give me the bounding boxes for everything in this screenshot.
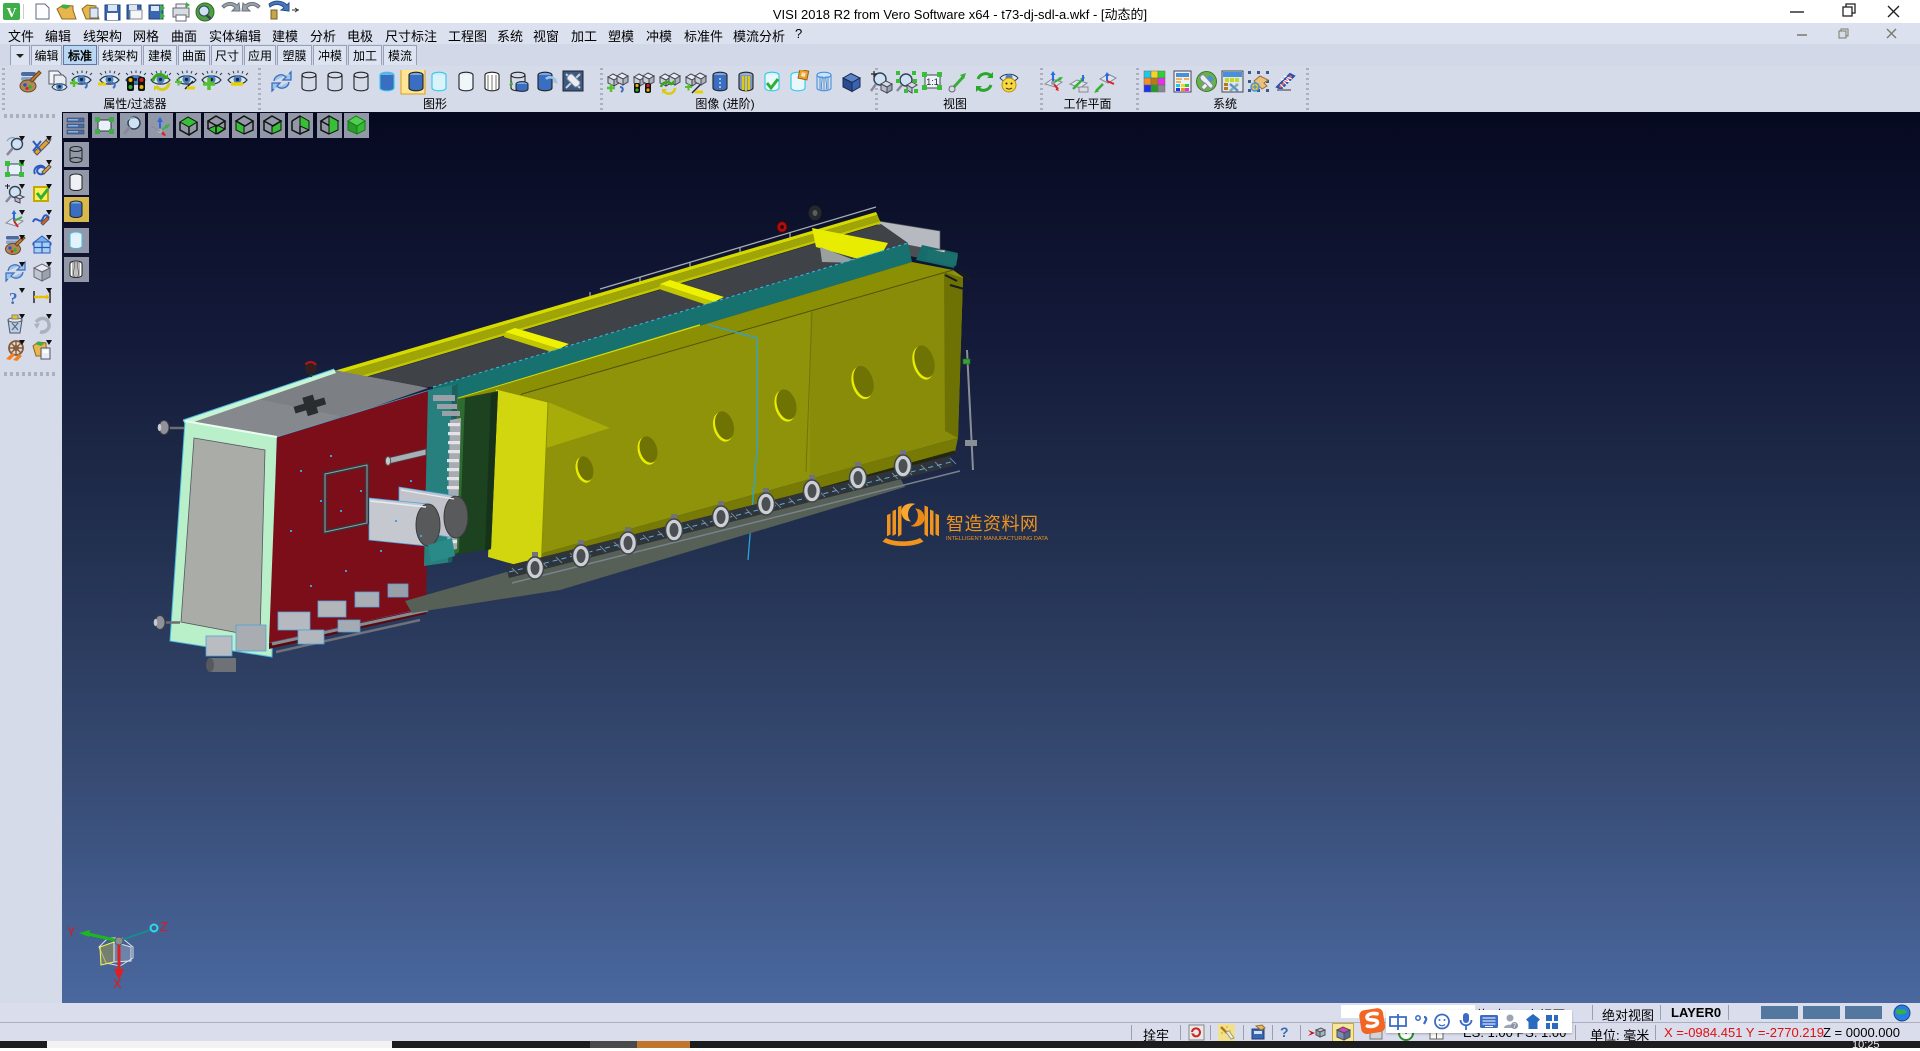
svg-text:?: ? [9,289,18,308]
svg-text:智造资料网: 智造资料网 [946,514,1039,534]
svg-text:INTELLIGENT MANUFACTURING DATA: INTELLIGENT MANUFACTURING DATA [946,536,1048,542]
svg-text:X: X [113,976,122,991]
svg-text:Z: Z [160,919,168,934]
svg-text:1:1: 1:1 [926,77,939,87]
svg-text:Y: Y [67,924,76,939]
